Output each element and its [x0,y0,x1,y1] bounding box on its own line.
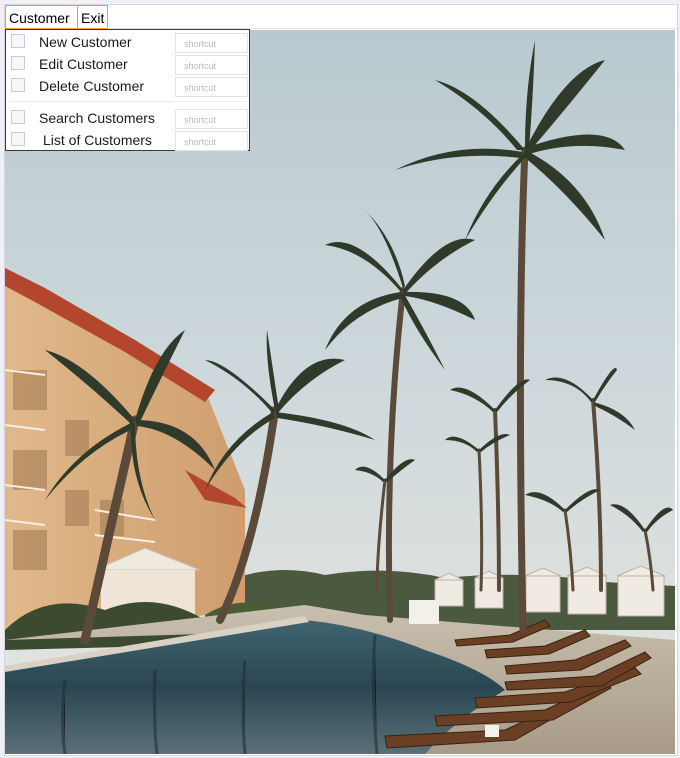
menu-item-label: New Customer [39,34,132,50]
menu-item-label: Edit Customer [39,56,128,72]
menu-item-label: Search Customers [39,110,155,126]
menu-item-checkbox[interactable] [11,34,25,48]
menu-item-delete-customer[interactable]: Delete Customer shortcut [6,75,249,97]
menu-item-label: List of Customers [43,132,152,148]
menu-item-checkbox[interactable] [11,132,25,146]
menu-exit[interactable]: Exit [77,5,108,29]
menu-item-label: Delete Customer [39,78,145,94]
menu-separator [10,101,246,102]
menu-item-checkbox[interactable] [11,78,25,92]
shortcut-field[interactable]: shortcut [175,109,248,129]
menu-item-new-customer[interactable]: New Customer shortcut [6,31,249,53]
menu-item-checkbox[interactable] [11,110,25,124]
shortcut-field[interactable]: shortcut [175,77,248,97]
menu-item-edit-customer[interactable]: Edit Customer shortcut [6,53,249,75]
shortcut-field[interactable]: shortcut [175,55,248,75]
shortcut-field[interactable]: shortcut [175,33,248,53]
menu-item-search-customers[interactable]: Search Customers shortcut [6,107,249,129]
menu-customer[interactable]: Customer [5,5,77,29]
menu-item-list-of-customers[interactable]: List of Customers shortcut [6,129,249,151]
shortcut-field[interactable]: shortcut [175,131,248,151]
customer-dropdown-menu: New Customer shortcut Edit Customer shor… [5,29,250,151]
menu-item-checkbox[interactable] [11,56,25,70]
menu-bar: Customer Exit [5,5,677,29]
